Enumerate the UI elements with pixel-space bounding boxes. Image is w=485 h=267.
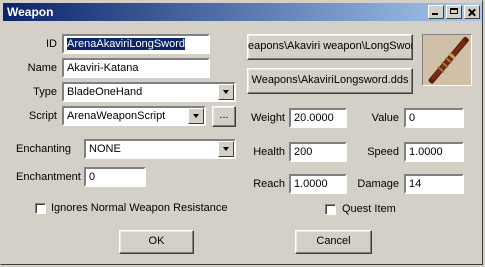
weight-label: Weight <box>250 112 285 124</box>
chevron-down-icon[interactable] <box>188 108 204 124</box>
weight-field[interactable]: 20.0000 <box>289 108 347 128</box>
enchanting-select-value: NONE <box>89 143 121 155</box>
script-select-value: ArenaWeaponScript <box>67 110 166 122</box>
enchanting-label: Enchanting <box>16 143 72 155</box>
title-bar[interactable]: Weapon <box>3 3 482 21</box>
damage-field[interactable]: 14 <box>404 174 464 194</box>
speed-label: Speed <box>367 146 399 158</box>
health-label: Health <box>253 146 285 158</box>
quest-item-label: Quest Item <box>342 203 396 215</box>
ignores-resistance-label: Ignores Normal Weapon Resistance <box>51 202 228 214</box>
ignores-resistance-checkbox[interactable] <box>35 203 46 214</box>
type-label: Type <box>33 86 57 98</box>
weapon-icon-preview <box>422 34 472 86</box>
close-button[interactable] <box>464 5 480 19</box>
cancel-button[interactable]: Cancel <box>295 230 372 254</box>
id-label: ID <box>46 38 57 50</box>
reach-field[interactable]: 1.0000 <box>289 174 347 194</box>
weapon-dialog: Weapon ID ArenaAkaviriLongSword Name Aka… <box>0 0 483 265</box>
type-select[interactable]: BladeOneHand <box>62 82 236 102</box>
icon-path-button[interactable]: Weapons\AkaviriLongsword.dds <box>247 68 413 94</box>
value-label: Value <box>371 112 399 124</box>
name-label: Name <box>27 62 57 74</box>
id-field[interactable]: ArenaAkaviriLongSword <box>62 34 210 54</box>
speed-field[interactable]: 1.0000 <box>404 142 464 162</box>
katana-icon <box>423 35 471 85</box>
script-select[interactable]: ArenaWeaponScript <box>62 106 206 126</box>
chevron-down-icon[interactable] <box>218 141 234 157</box>
maximize-button[interactable] <box>446 5 462 19</box>
quest-item-checkbox[interactable] <box>325 204 336 215</box>
damage-label: Damage <box>357 178 399 190</box>
name-field[interactable]: Akaviri-Katana <box>62 58 210 78</box>
enchantment-field[interactable]: 0 <box>84 167 146 187</box>
window-title: Weapon <box>7 5 54 19</box>
ok-button[interactable]: OK <box>119 230 194 254</box>
value-field[interactable]: 0 <box>404 108 464 128</box>
chevron-down-icon[interactable] <box>218 84 234 100</box>
script-browse-button[interactable]: ... <box>212 106 236 127</box>
health-field[interactable]: 200 <box>289 142 347 162</box>
enchantment-label: Enchantment <box>16 171 81 183</box>
type-select-value: BladeOneHand <box>67 86 143 98</box>
reach-label: Reach <box>253 178 285 190</box>
id-field-value: ArenaAkaviriLongSword <box>67 38 186 50</box>
enchanting-select[interactable]: NONE <box>84 139 236 159</box>
minimize-button[interactable] <box>428 5 444 19</box>
model-path-button[interactable]: eapons\Akaviri weapon\LongSword <box>247 34 413 60</box>
script-label: Script <box>28 110 57 122</box>
